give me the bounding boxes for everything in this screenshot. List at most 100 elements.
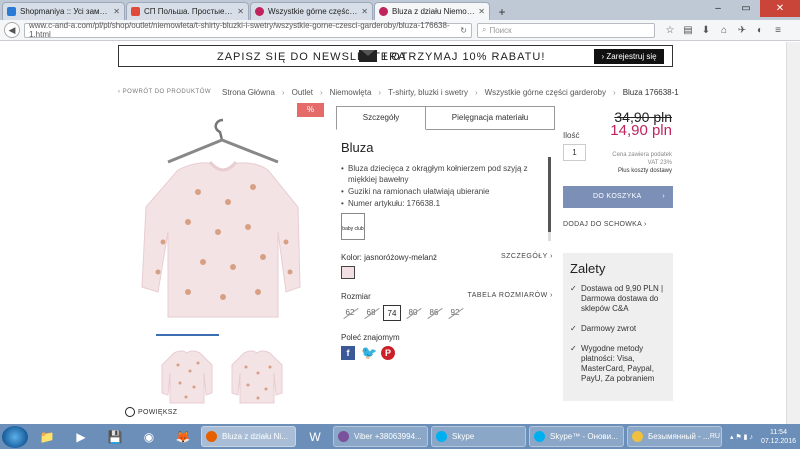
feature-list: Bluza dziecięca z okrągłym kołnierzem po… xyxy=(341,163,553,209)
baby-club-badge: baby club xyxy=(341,213,365,240)
breadcrumb-item[interactable]: Wszystkie górne części garderoby xyxy=(485,88,606,97)
language-indicator[interactable]: RU xyxy=(710,433,720,440)
task-label: Skype™ - Онови... xyxy=(550,432,618,441)
description-scrollbar[interactable] xyxy=(548,157,551,241)
clock-time: 11:54 xyxy=(769,428,787,436)
advantage-item: Dostawa od 9,90 PLN | Darmowa dostawa do… xyxy=(570,284,666,314)
magnifier-icon xyxy=(125,407,135,417)
word-icon[interactable]: W xyxy=(300,426,330,448)
new-tab-button[interactable]: + xyxy=(494,4,510,20)
window-close-icon[interactable]: ✕ xyxy=(760,0,800,17)
product-thumbnail-2[interactable] xyxy=(228,343,286,405)
product-description: Bluza Bluza dziecięca z okrągłym kołnier… xyxy=(341,140,553,210)
extension-icon[interactable]: ◐ xyxy=(751,25,769,36)
size-option[interactable]: 68 xyxy=(362,305,380,321)
pinterest-icon[interactable]: P xyxy=(381,346,395,360)
add-to-wishlist-link[interactable]: DODAJ DO SCHOWKA › xyxy=(563,221,647,228)
browser-tab-4[interactable]: Bluza z działu Niemowlęta ...✕ xyxy=(374,2,490,20)
maximize-icon[interactable]: ▭ xyxy=(732,0,760,17)
tab-details[interactable]: Szczegóły xyxy=(336,106,426,130)
zoom-button[interactable]: POWIĘKSZ xyxy=(125,407,177,417)
tab-favicon-icon xyxy=(131,7,140,16)
address-bar[interactable]: www.c-and-a.com/pl/pl/shop/outlet/niemow… xyxy=(24,21,472,39)
color-details-link[interactable]: SZCZEGÓŁY › xyxy=(501,253,553,262)
size-option[interactable]: 86 xyxy=(425,305,443,321)
chrome-icon[interactable]: ◉ xyxy=(134,426,164,448)
taskbar-task-firefox[interactable]: Bluza z działu Ni... xyxy=(201,426,296,447)
close-icon[interactable]: ✕ xyxy=(361,7,368,16)
back-to-products-link[interactable]: ‹ POWRÓT DO PRODUKTÓW xyxy=(118,89,211,95)
twitter-icon[interactable]: 🐦 xyxy=(361,346,377,360)
tab-label: СП Польша. Простые усл... xyxy=(144,7,235,16)
search-icon: ⌕ xyxy=(482,25,487,34)
tab-favicon-icon xyxy=(379,7,388,16)
task-label: Bluza z działu Ni... xyxy=(222,432,288,441)
star-icon[interactable]: ☆ xyxy=(661,25,679,36)
browser-search-input[interactable]: ⌕ Поиск xyxy=(477,22,655,38)
explorer-icon[interactable]: 📁 xyxy=(32,426,62,448)
page-scrollbar[interactable] xyxy=(786,42,800,424)
breadcrumb-item[interactable]: Niemowlęta xyxy=(330,88,372,97)
windows-taskbar: 📁 ▶ 💾 ◉ 🦊 Bluza z działu Ni... W Viber +… xyxy=(0,424,800,449)
list-item: Guziki na ramionach ułatwiają ubieranie xyxy=(341,186,553,197)
chevron-right-icon: › xyxy=(662,193,665,200)
vat-info: Cena zawiera podatek VAT 23% Plus koszty… xyxy=(612,151,672,175)
product-main-image[interactable] xyxy=(128,112,308,330)
breadcrumb-current: Bluza 176638-1 xyxy=(622,88,679,97)
breadcrumb-item[interactable]: T-shirty, bluzki i swetry xyxy=(388,88,468,97)
vat-line: Cena zawiera podatek xyxy=(612,152,672,158)
color-row: Kolor: jasnoróżowy-melanż SZCZEGÓŁY › xyxy=(341,253,553,262)
share-row: Poleć znajomym xyxy=(341,333,553,342)
taskbar-task-paint[interactable]: Безымянный - ... xyxy=(627,426,722,447)
tray-icons[interactable]: ▴ ⚑ ▮ ♪ xyxy=(730,433,753,441)
breadcrumb-item[interactable]: Strona Główna xyxy=(222,88,275,97)
save-icon[interactable]: 💾 xyxy=(100,426,130,448)
size-option[interactable]: 62 xyxy=(341,305,359,321)
quantity-input[interactable]: 1 xyxy=(563,144,586,161)
reading-list-icon[interactable]: ▤ xyxy=(679,25,697,36)
close-icon[interactable]: ✕ xyxy=(237,7,244,16)
product-thumbnail-1[interactable] xyxy=(158,343,216,405)
shipping-line[interactable]: Plus koszty dostawy xyxy=(612,167,672,175)
taskbar-task-viber[interactable]: Viber +38063994... xyxy=(333,426,428,447)
back-icon[interactable]: ◀ xyxy=(4,22,20,38)
advantage-item: Wygodne metody płatności: Visa, MasterCa… xyxy=(570,344,666,384)
start-button[interactable] xyxy=(2,425,28,448)
firefox-icon[interactable]: 🦊 xyxy=(168,426,198,448)
product-tabs: Szczegóły Pielęgnacja materiału xyxy=(336,106,555,130)
size-option-selected[interactable]: 74 xyxy=(383,305,401,321)
home-icon[interactable]: ⌂ xyxy=(715,25,733,36)
list-item: Bluza dziecięca z okrągłym kołnierzem po… xyxy=(341,163,553,185)
browser-navbar: ◀ www.c-and-a.com/pl/pl/shop/outlet/niem… xyxy=(0,20,800,41)
add-to-cart-button[interactable]: DO KOSZYKA › xyxy=(563,186,673,208)
download-icon[interactable]: ⬇ xyxy=(697,25,715,36)
browser-tab-2[interactable]: СП Польша. Простые усл...✕ xyxy=(126,2,249,20)
newsletter-register-button[interactable]: › Zarejestruj się xyxy=(594,49,664,64)
browser-tab-1[interactable]: Shopmaniya :: Усі замовле...✕ xyxy=(2,2,125,20)
color-label: Kolor: jasnoróżowy-melanż xyxy=(341,253,438,262)
media-player-icon[interactable]: ▶ xyxy=(66,426,96,448)
close-icon[interactable]: ✕ xyxy=(478,7,485,16)
reload-icon[interactable]: ↻ xyxy=(460,26,467,35)
list-item: Numer artykułu: 176638.1 xyxy=(341,198,553,209)
taskbar-task-skype[interactable]: Skype xyxy=(431,426,526,447)
newsletter-text-left: ZAPISZ SIĘ DO NEWSLETTERA xyxy=(217,51,407,63)
sync-icon[interactable]: ✈ xyxy=(733,25,751,36)
menu-icon[interactable]: ≡ xyxy=(769,25,787,36)
tab-care[interactable]: Pielęgnacja materiału xyxy=(426,106,555,130)
taskbar-task-skype-update[interactable]: Skype™ - Онови... xyxy=(529,426,624,447)
size-option[interactable]: 80 xyxy=(404,305,422,321)
close-icon[interactable]: ✕ xyxy=(113,7,120,16)
browser-tab-3[interactable]: Wszystkie górne części gar...✕ xyxy=(250,2,373,20)
task-label: Skype xyxy=(452,432,475,441)
minimize-icon[interactable]: – xyxy=(704,0,732,17)
tab-label: Wszystkie górne części gar... xyxy=(268,7,358,16)
color-swatch[interactable] xyxy=(341,266,355,279)
facebook-icon[interactable]: f xyxy=(341,346,355,360)
task-label: Viber +38063994... xyxy=(354,432,422,441)
size-option[interactable]: 92 xyxy=(446,305,464,321)
window-controls: – ▭ ✕ xyxy=(704,0,800,17)
breadcrumb-item[interactable]: Outlet xyxy=(292,88,313,97)
size-chart-link[interactable]: TABELA ROZMIARÓW › xyxy=(468,292,554,301)
clock[interactable]: 11:54 07.12.2016 xyxy=(761,428,796,446)
